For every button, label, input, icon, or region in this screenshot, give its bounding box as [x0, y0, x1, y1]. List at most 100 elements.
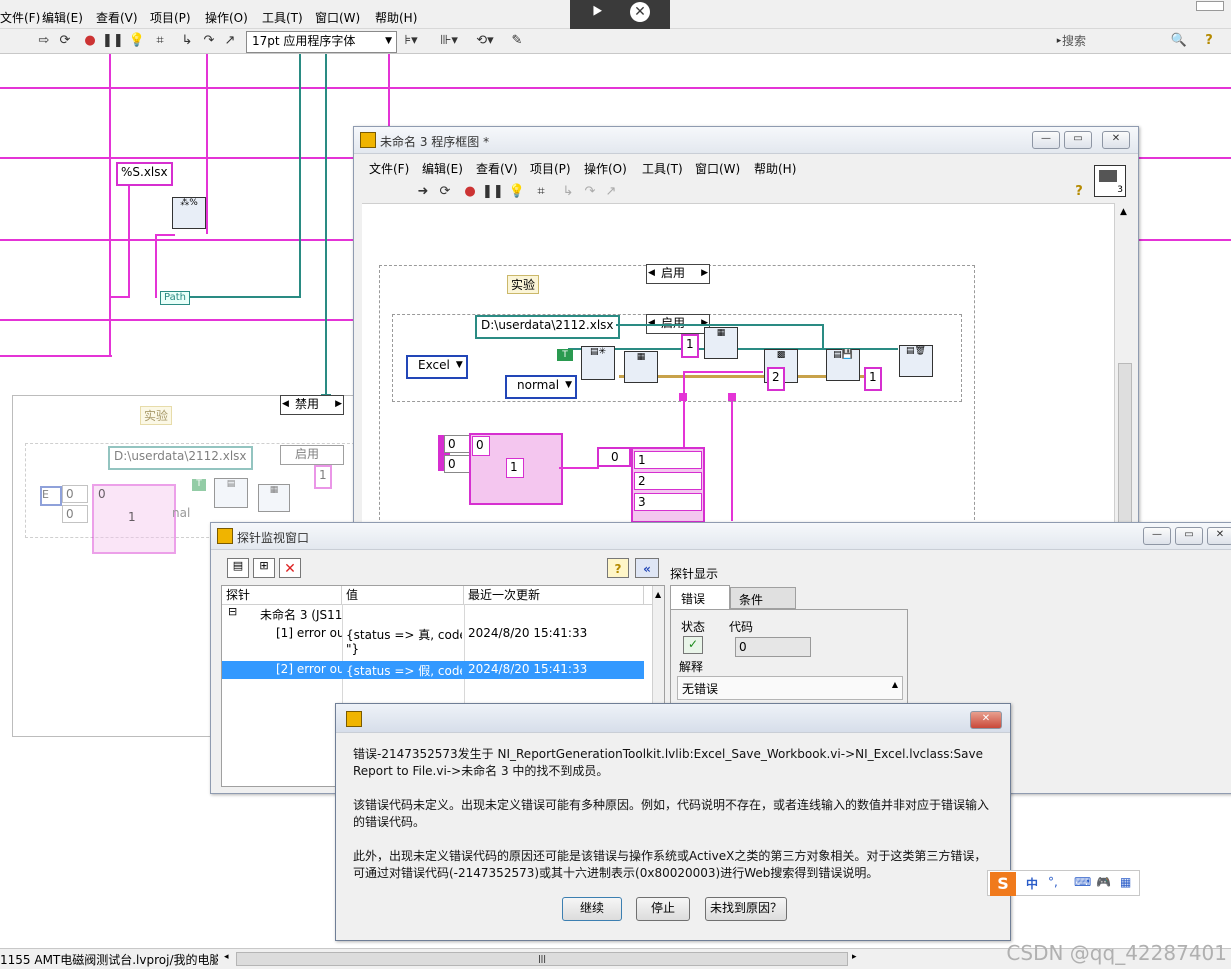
array-index[interactable]: 0 — [62, 485, 88, 503]
case-selector[interactable]: ◀ 启用 ▶ — [646, 264, 710, 284]
menu-window[interactable]: 窗口(W) — [315, 9, 360, 26]
probe-list-icon[interactable]: ⊞ — [253, 558, 275, 578]
index-constant[interactable]: 0 — [597, 447, 631, 467]
cleanup-diagram-icon[interactable]: ✎ — [508, 32, 526, 50]
column-header[interactable]: 探针 — [222, 586, 342, 604]
gamepad-icon[interactable]: 🎮 — [1096, 875, 1111, 889]
new-report-node[interactable]: ▤✳ — [581, 346, 615, 380]
new-probe-icon[interactable]: ▤ — [227, 558, 249, 578]
ring-constant[interactable]: E — [40, 486, 62, 506]
path-constant[interactable]: D:\userdata\2112.xlsx — [108, 446, 253, 470]
insert-table-node[interactable]: ▦ — [704, 327, 738, 359]
step-out-icon[interactable]: ↗ — [221, 32, 239, 50]
retain-wire-values-icon[interactable]: ⌗ — [151, 32, 169, 50]
case-prev-icon[interactable]: ◀ — [648, 265, 655, 281]
run-arrow-icon[interactable]: ➜ — [414, 183, 432, 201]
case-next-icon[interactable]: ▶ — [701, 265, 708, 281]
array-index[interactable]: 0 — [62, 505, 88, 523]
step-into-icon[interactable]: ↳ — [559, 183, 577, 201]
font-select[interactable]: 17pt 应用程序字体 ▼ — [246, 31, 397, 53]
dispose-report-node[interactable]: ▤🗑 — [899, 345, 933, 377]
menu-tools[interactable]: 工具(T) — [642, 160, 683, 177]
ring-constant[interactable]: Excel ▼ — [406, 355, 468, 379]
case-selector[interactable]: ◀ 禁用 ▶ — [280, 395, 344, 415]
array-cell[interactable]: 0 — [472, 436, 490, 456]
array-cell[interactable]: 1 — [634, 451, 702, 469]
path-indicator[interactable]: Path — [160, 291, 190, 305]
new-report-node[interactable]: ▤ — [214, 478, 248, 508]
help-icon[interactable]: ? — [607, 558, 629, 578]
vertical-scrollbar[interactable]: ▲ — [1114, 203, 1136, 523]
menu-edit[interactable]: 编辑(E) — [42, 9, 83, 26]
menu-view[interactable]: 查看(V) — [476, 160, 518, 177]
case-prev-icon[interactable]: ◀ — [282, 396, 289, 412]
menu-edit[interactable]: 编辑(E) — [422, 160, 463, 177]
table-row-selected[interactable]: [2] error ou {status => 假, code 2024/8/2… — [222, 661, 644, 679]
probe-group[interactable]: 未命名 3 (JS11 — [260, 606, 342, 623]
continue-button[interactable]: 继续 — [562, 897, 622, 921]
numeric-constant[interactable]: 1 — [864, 367, 882, 391]
report-node[interactable]: ▦ — [258, 484, 290, 512]
step-over-icon[interactable]: ↷ — [200, 32, 218, 50]
retain-wire-values-icon[interactable]: ⌗ — [532, 183, 550, 201]
scroll-up-icon[interactable]: ▲ — [655, 590, 661, 599]
array-index[interactable]: 0 — [444, 455, 470, 473]
scroll-left-icon[interactable]: ◂ — [224, 952, 229, 962]
format-string-constant[interactable]: %S.xlsx — [116, 162, 173, 186]
column-header[interactable]: 最近一次更新 — [464, 586, 644, 604]
array-cell[interactable]: 3 — [634, 493, 702, 511]
align-objects-icon[interactable]: ⊧▾ — [398, 32, 424, 50]
step-out-icon[interactable]: ↗ — [602, 183, 620, 201]
horizontal-scrollbar[interactable]: ||| — [236, 952, 848, 966]
tab-condition[interactable]: 条件 — [730, 587, 796, 609]
numeric-constant[interactable]: 1 — [314, 465, 332, 489]
distribute-objects-icon[interactable]: ⊪▾ — [436, 32, 462, 50]
table-row[interactable]: [1] error ou {status => 真, code "} 2024/… — [222, 624, 652, 660]
numeric-constant[interactable]: 2 — [767, 367, 785, 391]
menu-operate[interactable]: 操作(O) — [584, 160, 627, 177]
minimize-button[interactable]: — — [1032, 131, 1060, 149]
minimize-button[interactable]: — — [1143, 527, 1171, 545]
run-arrow-icon[interactable]: ⇨ — [35, 32, 53, 50]
menu-operate[interactable]: 操作(O) — [205, 9, 248, 26]
code-field[interactable]: 0 — [735, 637, 811, 657]
step-into-icon[interactable]: ↳ — [178, 32, 196, 50]
ime-mode[interactable]: 中 — [1026, 875, 1038, 892]
run-continuously-icon[interactable]: ⟳ — [56, 32, 74, 50]
column-header[interactable]: 值 — [342, 586, 464, 604]
format-into-string-node[interactable]: ⁂% — [172, 197, 206, 229]
close-button[interactable]: ✕ — [1207, 527, 1231, 545]
stop-button[interactable]: 停止 — [636, 897, 690, 921]
vi-icon[interactable]: 3 — [1094, 165, 1126, 197]
sogou-icon[interactable]: S — [990, 872, 1016, 896]
scroll-right-icon[interactable]: ▸ — [852, 952, 857, 962]
scrollbar-thumb[interactable] — [1118, 363, 1132, 523]
tree-collapse-icon[interactable]: ⊟ — [228, 605, 237, 618]
search-icon[interactable]: 🔍 — [1170, 32, 1188, 50]
pause-icon[interactable]: ❚❚ — [102, 32, 124, 50]
minimize-toolbar-icon[interactable]: ⯈ — [590, 2, 604, 23]
run-continuously-icon[interactable]: ⟳ — [436, 183, 454, 201]
case-next-icon[interactable]: ▶ — [335, 396, 342, 412]
case-selector[interactable]: 启用 — [280, 445, 344, 465]
array-cell[interactable]: 1 — [506, 458, 524, 478]
keyboard-icon[interactable]: ⌨ — [1074, 875, 1091, 889]
case-prev-icon[interactable]: ◀ — [648, 315, 655, 331]
scroll-up-icon[interactable]: ▲ — [892, 680, 898, 689]
delete-probe-icon[interactable]: ✕ — [279, 558, 301, 578]
reorder-icon[interactable]: ⟲▾ — [472, 32, 498, 50]
menu-project[interactable]: 项目(P) — [530, 160, 571, 177]
highlight-execution-icon[interactable]: 💡 — [128, 32, 146, 50]
path-constant[interactable]: D:\userdata\2112.xlsx — [475, 315, 620, 339]
excel-easy-table-node[interactable]: ▦ — [624, 351, 658, 383]
highlight-execution-icon[interactable]: 💡 — [508, 183, 526, 201]
window-close-button[interactable] — [1196, 1, 1224, 11]
scroll-up-icon[interactable]: ▲ — [1120, 207, 1127, 217]
boolean-constant[interactable]: T — [192, 479, 206, 491]
menu-window[interactable]: 窗口(W) — [695, 160, 740, 177]
tab-error[interactable]: 错误 — [670, 585, 730, 609]
menu-file[interactable]: 文件(F) — [369, 160, 409, 177]
close-button[interactable]: ✕ — [1102, 131, 1130, 149]
grid-menu-icon[interactable]: ▦ — [1120, 875, 1131, 889]
scrollbar-thumb[interactable]: ||| — [237, 953, 847, 965]
